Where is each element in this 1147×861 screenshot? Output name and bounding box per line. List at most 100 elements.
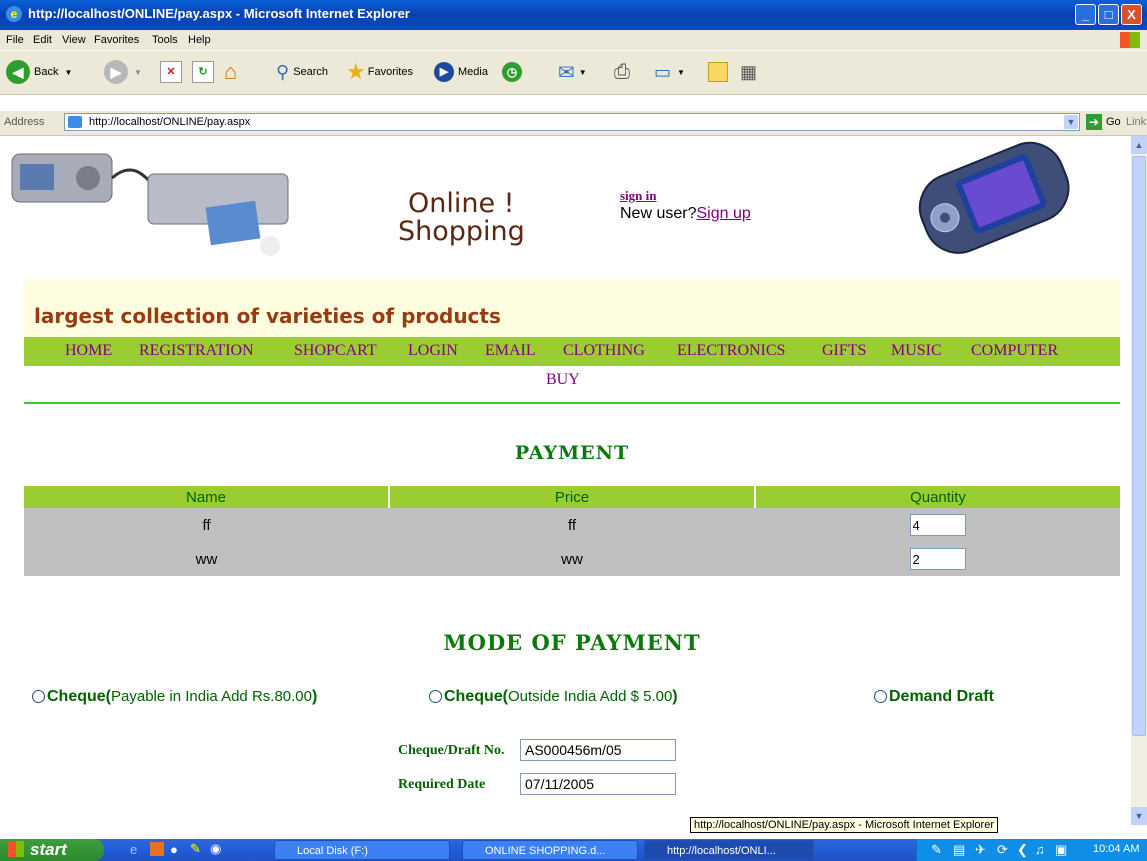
title-bar: e http://localhost/ONLINE/pay.aspx - Mic… [0, 0, 1147, 30]
start-button[interactable]: start [0, 839, 104, 861]
nav-home[interactable]: HOME [65, 342, 112, 360]
quicklaunch-ie-icon[interactable]: e [130, 842, 137, 857]
status-tooltip: http://localhost/ONLINE/pay.aspx - Micro… [690, 817, 998, 833]
quantity-input[interactable] [909, 548, 966, 570]
print-button[interactable]: ⎙ [614, 59, 630, 85]
tray-pen-icon[interactable]: ✎ [931, 842, 942, 858]
nav-electronics[interactable]: ELECTRONICS [677, 342, 785, 360]
required-date-label: Required Date [398, 777, 486, 792]
nav-registration[interactable]: REGISTRATION [139, 342, 254, 360]
nav-email[interactable]: EMAIL [485, 342, 536, 360]
new-user-label: New user? [620, 205, 697, 222]
mail-icon: ✉ [558, 61, 575, 84]
mode-of-payment-heading: MODE OF PAYMENT [443, 630, 701, 655]
task-local-disk[interactable]: Local Disk (F:) [274, 840, 450, 860]
tray-sync-icon[interactable]: ⟳ [997, 842, 1008, 858]
nav-gifts[interactable]: GIFTS [822, 342, 866, 360]
system-tray: ✎ ▤ ✈ ⟳ ❮ ♫ ▣ 10:04 AM [916, 839, 1147, 861]
option-detail: Payable in India Add Rs.80.00 [111, 688, 312, 705]
payment-option-cheque-outside[interactable]: Cheque(Outside India Add $ 5.00) [429, 688, 678, 706]
refresh-icon: ↻ [192, 61, 214, 83]
go-button[interactable]: Go [1106, 116, 1121, 128]
quicklaunch-tool-icon[interactable]: ✎ [190, 841, 201, 857]
radio-button[interactable] [874, 690, 887, 704]
table-row: ww ww [24, 542, 1120, 576]
forward-button[interactable]: ▶ ▼ [104, 59, 142, 85]
stop-button[interactable]: ✕ [160, 59, 182, 85]
address-label: Address [4, 116, 45, 128]
tray-network-icon[interactable]: ✈ [975, 842, 986, 858]
cheque-draft-input[interactable] [520, 739, 676, 761]
tray-volume-icon[interactable]: ♫ [1035, 842, 1045, 857]
menu-tools[interactable]: Tools [152, 34, 178, 46]
maximize-button[interactable]: □ [1098, 4, 1119, 25]
mp3-player-image [898, 136, 1078, 256]
nav-shopcart[interactable]: SHOPCART [294, 342, 377, 360]
cell-quantity [755, 508, 1120, 542]
payment-option-demand-draft[interactable]: Demand Draft [874, 688, 994, 706]
back-arrow-icon: ◀ [6, 60, 30, 84]
task-ie-window[interactable]: http://localhost/ONLI... [644, 840, 814, 860]
radio-button[interactable] [32, 690, 45, 704]
table-header-row: Name Price Quantity [24, 486, 1120, 508]
nav-computer[interactable]: COMPUTER [971, 342, 1058, 360]
quicklaunch-outlook-icon[interactable] [150, 842, 164, 856]
scroll-up-icon[interactable]: ▲ [1131, 136, 1147, 154]
star-icon: ★ [346, 59, 366, 84]
option-close: ) [672, 688, 678, 705]
favorites-label: Favorites [367, 66, 413, 78]
links-label[interactable]: Links [1126, 116, 1147, 128]
menu-help[interactable]: Help [188, 34, 211, 46]
media-icon: ▶ [434, 62, 454, 82]
quicklaunch-media-icon[interactable]: ◉ [210, 841, 221, 857]
start-label: start [30, 840, 67, 859]
sign-in-link[interactable]: sign in [620, 188, 657, 204]
messenger-button[interactable]: ▦ [740, 59, 757, 85]
radio-button[interactable] [429, 690, 442, 704]
sign-up-link[interactable]: Sign up [696, 205, 750, 222]
nav-login[interactable]: LOGIN [408, 342, 458, 360]
nav-music[interactable]: MUSIC [891, 342, 942, 360]
refresh-button[interactable]: ↻ [192, 59, 214, 85]
cell-name: ww [24, 542, 389, 576]
media-button[interactable]: ▶ Media [434, 59, 488, 85]
close-button[interactable]: X [1121, 4, 1142, 25]
search-button[interactable]: ⚲ Search [276, 59, 328, 85]
history-button[interactable]: ◷ [502, 59, 522, 85]
table-row: ff ff [24, 508, 1120, 542]
quicklaunch-browser-icon[interactable]: ● [170, 842, 178, 857]
minimize-button[interactable]: _ [1075, 4, 1096, 25]
mail-button[interactable]: ✉ ▼ [558, 59, 587, 85]
home-button[interactable]: ⌂ [224, 59, 237, 85]
edit-button[interactable]: ▭ ▼ [654, 59, 685, 85]
address-input[interactable]: http://localhost/ONLINE/pay.aspx ▼ [64, 113, 1080, 131]
window-title: http://localhost/ONLINE/pay.aspx - Micro… [28, 6, 410, 21]
scrollbar-thumb[interactable] [1132, 156, 1146, 736]
menu-file[interactable]: File [6, 34, 24, 46]
task-online-shopping-doc[interactable]: ONLINE SHOPPING.d... [462, 840, 638, 860]
scroll-down-icon[interactable]: ▼ [1131, 807, 1147, 825]
menu-bar: File Edit View Favorites Tools Help [0, 30, 1147, 50]
tray-arrow-icon[interactable]: ❮ [1017, 842, 1028, 858]
option-bold: Cheque( [47, 688, 111, 705]
chevron-down-icon[interactable]: ▼ [1064, 115, 1078, 129]
favorites-button[interactable]: ★ Favorites [346, 59, 413, 85]
go-arrow-icon[interactable]: ➔ [1086, 114, 1102, 130]
folder-icon [708, 62, 728, 82]
page-content: Online ! Shopping sign in New user?Sign … [0, 136, 1131, 825]
tray-keyboard-icon[interactable]: ▤ [953, 842, 965, 858]
vertical-scrollbar[interactable]: ▲ ▼ [1131, 136, 1147, 825]
nav-buy[interactable]: BUY [546, 371, 580, 389]
menu-edit[interactable]: Edit [33, 34, 52, 46]
quantity-input[interactable] [909, 514, 966, 536]
back-button[interactable]: ◀ Back ▼ [6, 59, 72, 85]
menu-view[interactable]: View [62, 34, 86, 46]
payment-option-cheque-india[interactable]: Cheque(Payable in India Add Rs.80.00) [32, 688, 317, 706]
option-bold: Cheque( [444, 688, 508, 705]
tray-monitor-icon[interactable]: ▣ [1055, 842, 1067, 858]
menu-favorites[interactable]: Favorites [94, 34, 139, 46]
nav-clothing[interactable]: CLOTHING [563, 342, 645, 360]
required-date-input[interactable] [520, 773, 676, 795]
discuss-button[interactable] [708, 59, 728, 85]
product-table: Name Price Quantity ff ff ww ww [24, 486, 1120, 576]
